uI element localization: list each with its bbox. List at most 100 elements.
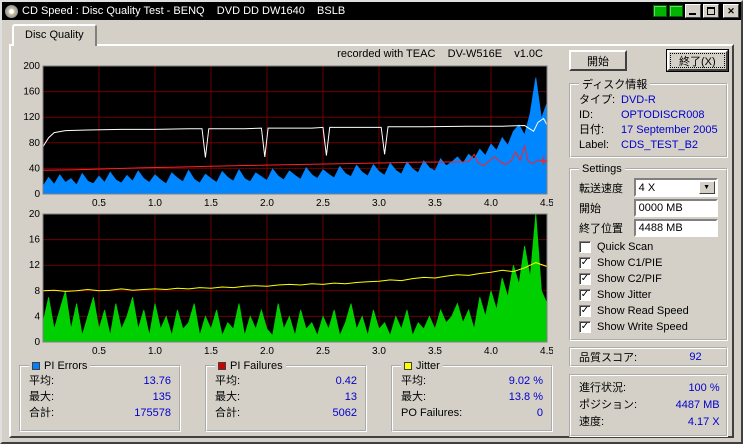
progress-value: 4487 MB bbox=[675, 399, 720, 411]
checkbox-label: Quick Scan bbox=[597, 241, 654, 253]
stats-row: PI Errors 平均: 13.76 最大: 135 合計: 175578 PI F… bbox=[19, 360, 561, 432]
controls-column: 開始 終了(X) ディスク情報 タイプ: DVD-R ID: OPTODISCR00… bbox=[561, 48, 732, 437]
svg-text:4.5: 4.5 bbox=[540, 198, 553, 209]
svg-text:2.5: 2.5 bbox=[316, 346, 330, 357]
maximize-icon bbox=[707, 7, 715, 15]
stat-value: 135 bbox=[152, 391, 171, 403]
svg-text:0.5: 0.5 bbox=[92, 346, 106, 357]
stat-row: 最大: 13.8 % bbox=[401, 389, 543, 405]
svg-text:200: 200 bbox=[23, 62, 40, 72]
start-position-label: 開始 bbox=[579, 203, 601, 215]
checkbox-show-read-speed[interactable]: ✓ Show Read Speed bbox=[579, 303, 718, 319]
checkbox-quick-scan[interactable]: Quick Scan bbox=[579, 239, 718, 255]
disc-info-row: ID: OPTODISCR008 bbox=[579, 108, 718, 123]
app-window: CD Speed : Disc Quality Test - BENQ DVD … bbox=[0, 0, 743, 444]
checkbox-show-write-speed[interactable]: ✓ Show Write Speed bbox=[579, 319, 718, 335]
svg-text:1.0: 1.0 bbox=[148, 198, 162, 209]
stats-legend-square bbox=[404, 362, 412, 370]
checkbox-label: Show C1/PIE bbox=[597, 257, 663, 269]
svg-text:4.0: 4.0 bbox=[484, 346, 498, 357]
quality-score-value: 92 bbox=[689, 351, 702, 363]
checkbox-box[interactable]: ✓ bbox=[579, 257, 591, 269]
checkbox-label: Show Write Speed bbox=[597, 321, 688, 333]
svg-text:1.5: 1.5 bbox=[204, 198, 218, 209]
svg-text:16: 16 bbox=[29, 235, 41, 246]
action-buttons: 開始 終了(X) bbox=[569, 50, 728, 71]
checkbox-box[interactable]: ✓ bbox=[579, 321, 591, 333]
end-position-row: 終了位置 bbox=[579, 219, 718, 237]
minimize-button[interactable] bbox=[685, 4, 701, 18]
checkbox-box[interactable] bbox=[579, 241, 591, 253]
stats-legend-square bbox=[218, 362, 226, 370]
window-content: Disc Quality recorded with TEAC DV-W516E… bbox=[2, 20, 741, 438]
svg-text:0: 0 bbox=[34, 189, 40, 200]
info-label: ID: bbox=[579, 109, 594, 121]
maximize-button[interactable] bbox=[703, 4, 719, 18]
chevron-down-icon[interactable]: ▼ bbox=[698, 181, 715, 194]
stat-label: 最大: bbox=[29, 391, 55, 403]
checkbox-box[interactable]: ✓ bbox=[579, 305, 591, 317]
start-position-input[interactable] bbox=[633, 199, 718, 217]
stat-label: 平均: bbox=[29, 375, 55, 387]
settings-group: Settings 転送速度 4 X ▼ 開始 終了位置 bbox=[569, 163, 728, 341]
stat-value: 9.02 % bbox=[508, 375, 543, 387]
svg-text:3.0: 3.0 bbox=[372, 346, 386, 357]
stats-title-text: PI Errors bbox=[44, 360, 88, 372]
speed-select[interactable]: 4 X ▼ bbox=[633, 178, 718, 197]
info-label: 日付: bbox=[579, 124, 605, 136]
disc-info-row: タイプ: DVD-R bbox=[579, 93, 718, 108]
stat-label: 合計: bbox=[215, 407, 241, 419]
disc-info-row: Label: CDS_TEST_B2 bbox=[579, 138, 718, 153]
close-button[interactable]: ✕ bbox=[723, 4, 739, 18]
speed-row: 転送速度 4 X ▼ bbox=[579, 178, 718, 197]
checkbox-box[interactable]: ✓ bbox=[579, 273, 591, 285]
stat-value: 175578 bbox=[134, 407, 171, 419]
pi-failures-stats-group: PI Failures 平均: 0.42 最大: 13 合計: 5062 bbox=[205, 360, 367, 432]
svg-text:2.0: 2.0 bbox=[260, 198, 274, 209]
svg-text:8: 8 bbox=[34, 286, 40, 297]
progress-label: ポジション: bbox=[579, 399, 638, 411]
titlebar[interactable]: CD Speed : Disc Quality Test - BENQ DVD … bbox=[2, 2, 741, 20]
tab-disc-quality[interactable]: Disc Quality bbox=[12, 24, 97, 46]
stat-row: 最大: 135 bbox=[29, 389, 171, 405]
stat-label: 合計: bbox=[29, 407, 55, 419]
checkbox-show-c1-pie[interactable]: ✓ Show C1/PIE bbox=[579, 255, 718, 271]
stat-value: 13.76 bbox=[143, 375, 171, 387]
progress-value: 100 % bbox=[688, 382, 720, 394]
info-label: タイプ: bbox=[579, 94, 616, 106]
pi-failures-stats-title: PI Failures bbox=[215, 360, 286, 372]
pi-failures-jitter-chart: 0 4 8 12 16 20 0.5 1.0 1.5 2.0 2.5 3.0 3.5 4.0 4.5 bbox=[29, 210, 553, 357]
pi-errors-stats-title: PI Errors bbox=[29, 360, 90, 372]
exit-button[interactable]: 終了(X) bbox=[666, 50, 728, 71]
svg-text:4: 4 bbox=[34, 311, 40, 322]
tabstrip: Disc Quality bbox=[9, 24, 734, 46]
checkbox-box[interactable]: ✓ bbox=[579, 289, 591, 301]
checkbox-show-c2-pif[interactable]: ✓ Show C2/PIF bbox=[579, 271, 718, 287]
end-position-input[interactable] bbox=[633, 219, 718, 237]
checkbox-show-jitter[interactable]: ✓ Show Jitter bbox=[579, 287, 718, 303]
svg-text:2.0: 2.0 bbox=[260, 346, 274, 357]
settings-title: Settings bbox=[582, 163, 622, 175]
titlebar-green-icon-2[interactable] bbox=[669, 5, 683, 17]
disc-info-title: ディスク情報 bbox=[582, 79, 648, 91]
titlebar-green-icon-1[interactable] bbox=[653, 5, 667, 17]
stat-row: 最大: 13 bbox=[215, 389, 357, 405]
speed-label: 転送速度 bbox=[579, 182, 623, 195]
checkbox-label: Show C2/PIF bbox=[597, 273, 662, 285]
svg-text:3.0: 3.0 bbox=[372, 198, 386, 209]
stat-row: PO Failures: 0 bbox=[401, 405, 543, 421]
charts-column: recorded with TEAC DV-W516E v1.0C 0 40 80 1… bbox=[17, 48, 561, 434]
disc-quality-panel: recorded with TEAC DV-W516E v1.0C 0 40 80 1… bbox=[9, 44, 734, 438]
stat-value: 0 bbox=[536, 407, 543, 419]
svg-text:1.5: 1.5 bbox=[204, 346, 218, 357]
app-icon bbox=[5, 4, 18, 18]
progress-row: ポジション: 4487 MB bbox=[579, 397, 720, 414]
start-button[interactable]: 開始 bbox=[569, 50, 627, 71]
stat-value: 13 bbox=[344, 391, 357, 403]
svg-text:1.0: 1.0 bbox=[148, 346, 162, 357]
svg-text:120: 120 bbox=[23, 112, 40, 123]
checkbox-label: Show Read Speed bbox=[597, 305, 689, 317]
svg-text:2.5: 2.5 bbox=[316, 198, 330, 209]
info-value: 17 September 2005 bbox=[621, 124, 718, 136]
stat-value: 13.8 % bbox=[508, 391, 543, 403]
